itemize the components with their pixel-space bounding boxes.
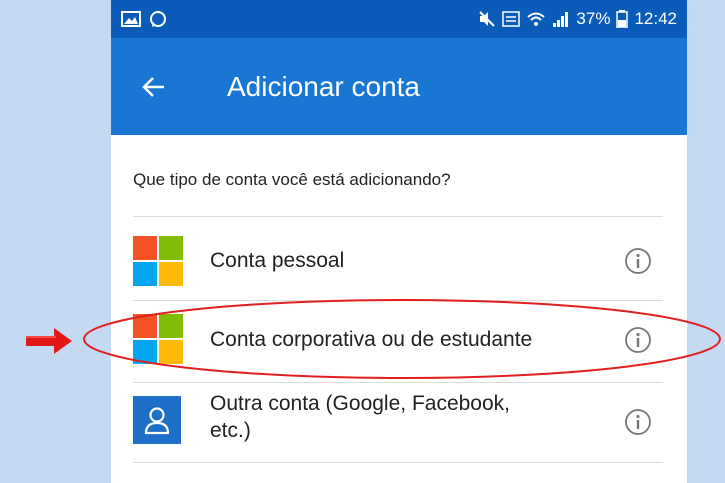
account-type-prompt: Que tipo de conta você está adicionando? xyxy=(133,170,451,189)
info-icon[interactable] xyxy=(624,408,652,436)
divider xyxy=(133,216,663,217)
account-option-label: Conta pessoal xyxy=(210,249,345,272)
person-icon xyxy=(133,396,181,444)
mute-icon xyxy=(479,11,496,27)
back-button[interactable] xyxy=(119,57,189,117)
gallery-notification-icon xyxy=(121,11,141,27)
pointer-arrow-icon xyxy=(26,328,72,354)
info-icon[interactable] xyxy=(624,247,652,275)
volte-icon xyxy=(502,11,521,27)
account-option-work-school[interactable]: Conta corporativa ou de estudante xyxy=(111,302,687,380)
divider xyxy=(133,462,663,463)
wifi-icon xyxy=(527,12,546,26)
divider xyxy=(133,382,663,383)
arrow-left-icon xyxy=(142,76,164,97)
label-line: etc.) xyxy=(210,419,251,442)
signal-icon xyxy=(553,12,569,27)
divider xyxy=(133,300,663,301)
status-bar: 37% 12:42 xyxy=(111,0,687,38)
account-option-personal[interactable]: Conta pessoal xyxy=(111,222,687,300)
label-line: Outra conta (Google, Facebook, xyxy=(210,392,510,415)
microsoft-logo-icon xyxy=(133,314,183,364)
page-title: Adicionar conta xyxy=(227,70,421,102)
phone-screen: 37% 12:42 Adicionar conta Que tipo de co… xyxy=(111,0,687,483)
clock: 12:42 xyxy=(634,9,677,28)
battery-icon xyxy=(616,10,629,28)
microsoft-logo-icon xyxy=(133,236,183,286)
info-icon[interactable] xyxy=(624,326,652,354)
account-option-label: Outra conta (Google, Facebook, etc.) xyxy=(210,390,510,444)
whatsapp-notification-icon xyxy=(150,11,166,27)
battery-percent: 37% xyxy=(576,9,611,28)
account-option-other[interactable]: Outra conta (Google, Facebook, etc.) xyxy=(111,384,687,462)
account-option-label: Conta corporativa ou de estudante xyxy=(210,328,533,351)
app-bar: Adicionar conta xyxy=(111,38,687,135)
